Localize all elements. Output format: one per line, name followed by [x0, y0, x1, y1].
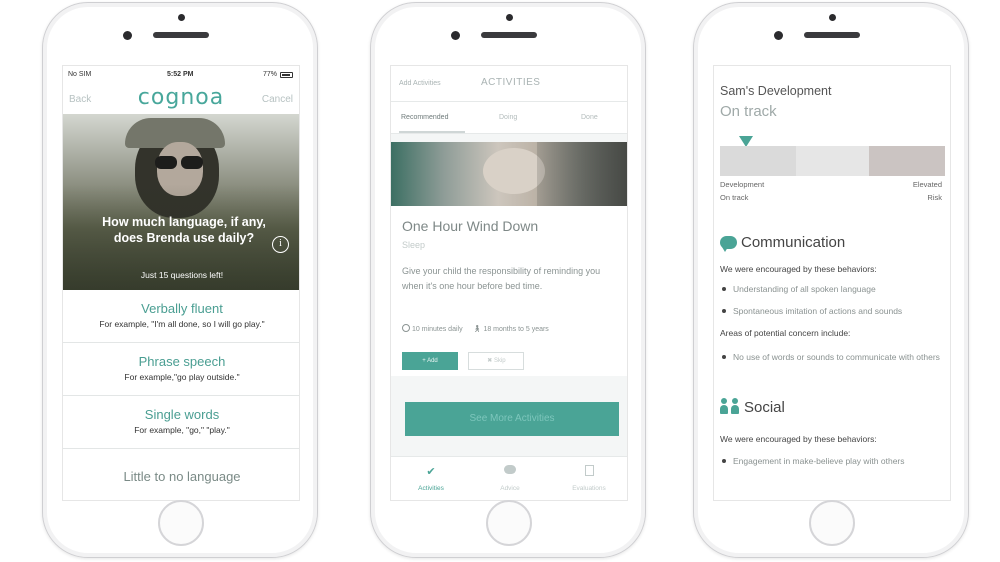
nav-activities[interactable]: ✔ Activities: [401, 465, 461, 492]
battery-icon: [280, 72, 293, 78]
activity-actions: + Add ✖︎ Skip: [402, 349, 525, 370]
activity-tabs: Recommended Doing Done: [391, 102, 627, 134]
info-icon[interactable]: i: [272, 236, 289, 253]
cancel-button[interactable]: Cancel: [262, 94, 293, 105]
nav-advice[interactable]: Advice: [480, 465, 540, 492]
home-button[interactable]: [158, 500, 204, 546]
list-item: No use of words or sounds to communicate…: [720, 350, 942, 364]
home-button[interactable]: [809, 500, 855, 546]
chat-bubble-icon: [720, 236, 737, 252]
answer-option[interactable]: Phrase speech For example,"go play outsi…: [63, 343, 299, 396]
home-button[interactable]: [486, 500, 532, 546]
front-camera: [774, 31, 783, 40]
nav-label: Evaluations: [572, 485, 606, 492]
activities-header: Add Activities ACTIVITIES: [391, 66, 627, 102]
front-camera: [123, 31, 132, 40]
activity-category: Sleep: [402, 240, 426, 250]
scale-label-left: Development On track: [720, 180, 765, 202]
tab-doing[interactable]: Doing: [499, 114, 517, 121]
document-icon: [559, 465, 619, 479]
page-title: Sam's Development: [720, 84, 832, 98]
sensor-dot: [178, 14, 185, 21]
answer-option[interactable]: Single words For example, "go," "play.": [63, 396, 299, 449]
activity-image: [391, 142, 627, 206]
answer-title: Single words: [144, 407, 220, 422]
risk-scale-bar: [720, 146, 945, 176]
activity-meta: 10 minutes daily 🚶︎ 18 months to 5 years: [402, 324, 549, 333]
people-icon: [720, 398, 740, 414]
activities-screen: Add Activities ACTIVITIES Recommended Do…: [390, 65, 628, 501]
add-activity-button[interactable]: + Add: [402, 352, 458, 370]
skip-activity-button[interactable]: ✖︎ Skip: [468, 352, 525, 370]
answer-title: Little to no language: [123, 469, 241, 484]
nav-label: Advice: [500, 485, 520, 492]
development-status: On track: [720, 103, 777, 120]
phone-frame-development: Sam's Development On track Development O…: [693, 2, 969, 558]
status-bar: No SIM 5:52 PM 77%: [63, 69, 299, 83]
see-more-activities-button[interactable]: See More Activities: [405, 402, 619, 436]
answer-title: Phrase speech: [138, 354, 226, 369]
battery-percent: 77%: [262, 71, 277, 78]
encouraged-intro: We were encouraged by these behaviors:: [720, 434, 877, 444]
list-item: Spontaneous imitation of actions and sou…: [720, 304, 942, 318]
question-text: How much language, if any, does Brenda u…: [102, 215, 266, 245]
chat-bubble-icon: [480, 465, 540, 479]
nav-label: Activities: [418, 485, 444, 492]
scale-label-right: Elevated Risk: [912, 180, 942, 202]
phone-frame-questionnaire: No SIM 5:52 PM 77% Back cognoa Cancel Ho…: [42, 2, 318, 558]
answer-option[interactable]: Verbally fluent For example, "I'm all do…: [63, 290, 299, 343]
concern-intro: Areas of potential concern include:: [720, 328, 851, 338]
questionnaire-screen: No SIM 5:52 PM 77% Back cognoa Cancel Ho…: [62, 65, 300, 501]
list-item: Engagement in make-believe play with oth…: [720, 454, 942, 468]
tab-done[interactable]: Done: [581, 114, 598, 121]
activity-duration: 10 minutes daily: [412, 326, 463, 333]
speaker-grille: [153, 32, 209, 38]
sensor-dot: [506, 14, 513, 21]
answer-title: Verbally fluent: [141, 301, 223, 316]
check-icon: ✔: [426, 466, 436, 478]
speaker-grille: [804, 32, 860, 38]
nav-evaluations[interactable]: Evaluations: [559, 465, 619, 492]
active-tab-indicator: [399, 131, 465, 133]
communication-heading: Communication: [720, 234, 845, 252]
carrier-label: No SIM: [68, 71, 92, 78]
page-title: ACTIVITIES: [481, 77, 541, 88]
add-activities-link[interactable]: Add Activities: [399, 80, 441, 87]
bottom-tab-bar: ✔ Activities Advice Evaluations: [391, 456, 627, 500]
questions-left: Just 15 questions left!: [140, 270, 224, 280]
phone-frame-activities: Add Activities ACTIVITIES Recommended Do…: [370, 2, 646, 558]
answer-list: Verbally fluent For example, "I'm all do…: [63, 290, 299, 500]
activity-card[interactable]: One Hour Wind Down Sleep Give your child…: [391, 142, 627, 376]
sensor-dot: [829, 14, 836, 21]
activity-age: 18 months to 5 years: [483, 326, 549, 333]
activity-description: Give your child the responsibility of re…: [402, 266, 601, 291]
list-item: Understanding of all spoken language: [720, 282, 942, 296]
development-screen: Sam's Development On track Development O…: [713, 65, 951, 501]
clock: 5:52 PM: [167, 71, 194, 78]
encouraged-intro: We were encouraged by these behaviors:: [720, 264, 877, 274]
answer-example: For example,"go play outside.": [124, 372, 240, 382]
question-hero: How much language, if any, does Brenda u…: [63, 114, 299, 290]
front-camera: [451, 31, 460, 40]
tab-recommended[interactable]: Recommended: [401, 114, 448, 121]
person-icon: 🚶︎: [472, 326, 482, 333]
answer-example: For example, "I'm all done, so I will go…: [99, 319, 265, 329]
activity-title: One Hour Wind Down: [402, 218, 539, 234]
answer-example: For example, "go," "play.": [134, 425, 230, 435]
speaker-grille: [481, 32, 537, 38]
social-heading: Social: [720, 398, 785, 416]
clock-icon: [402, 324, 410, 332]
answer-option[interactable]: Little to no language: [63, 449, 299, 500]
top-nav: Back cognoa Cancel: [63, 84, 299, 114]
